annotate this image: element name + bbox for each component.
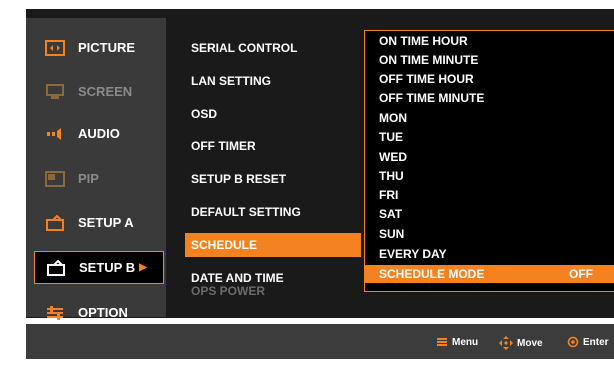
schedule-item-label: ON TIME MINUTE [379, 53, 479, 67]
main-menu-item-label: PIP [78, 171, 99, 186]
schedule-item-label: THU [379, 169, 404, 183]
schedule-item-fri[interactable]: FRI [365, 186, 614, 204]
setup-b-icon [45, 259, 67, 276]
schedule-item-mon[interactable]: MON [365, 109, 614, 127]
schedule-item-label: SCHEDULE MODE [379, 267, 485, 281]
setup-b-item-schedule[interactable]: SCHEDULE [185, 233, 361, 257]
option-icon [44, 305, 66, 321]
move-icon [499, 336, 513, 350]
schedule-item-wed[interactable]: WED [365, 148, 614, 166]
main-menu-item-pip[interactable]: PIP [34, 162, 164, 195]
hint-enter: Enter [567, 336, 609, 348]
main-menu-item-label: SETUP B [79, 260, 136, 275]
schedule-item-label: OFF TIME HOUR [379, 72, 474, 86]
schedule-submenu: ON TIME HOUR ON TIME MINUTE OFF TIME HOU… [364, 30, 614, 292]
schedule-item-sat[interactable]: SAT [365, 205, 614, 223]
schedule-item-on-time-minute[interactable]: ON TIME MINUTE [365, 51, 614, 69]
schedule-item-label: WED [379, 150, 407, 164]
schedule-item-off-time-hour[interactable]: OFF TIME HOUR [365, 70, 614, 88]
hint-move-label: Move [517, 337, 543, 349]
schedule-item-on-time-hour[interactable]: ON TIME HOUR [365, 32, 614, 50]
schedule-item-tue[interactable]: TUE [365, 128, 614, 146]
setup-b-item-label: SERIAL CONTROL [191, 41, 298, 55]
setup-a-icon [44, 214, 66, 231]
main-menu-item-label: SCREEN [78, 84, 133, 99]
hint-enter-label: Enter [583, 336, 609, 348]
schedule-item-sun[interactable]: SUN [365, 225, 614, 243]
schedule-item-label: SAT [379, 207, 403, 221]
schedule-item-label: ON TIME HOUR [379, 34, 468, 48]
setup-b-item-label: OPS POWER [191, 284, 266, 298]
setup-b-item-label: OSD [191, 107, 218, 121]
main-menu-item-setup-a[interactable]: SETUP A [34, 206, 164, 239]
setup-b-item-lan-setting[interactable]: LAN SETTING [185, 69, 365, 93]
setup-b-item-serial-control[interactable]: SERIAL CONTROL [185, 36, 365, 60]
setup-b-item-setup-b-reset[interactable]: SETUP B RESET [185, 167, 365, 191]
main-menu-item-label: SETUP A [78, 215, 134, 230]
hint-menu-label: Menu [452, 336, 479, 348]
setup-b-item-ops-power: OPS POWER [185, 268, 365, 298]
setup-b-item-label: OFF TIMER [191, 139, 256, 153]
pip-icon [44, 170, 66, 187]
main-menu-item-label: PICTURE [78, 40, 136, 55]
menu-icon [436, 336, 448, 348]
schedule-item-label: TUE [379, 130, 403, 144]
setup-b-item-label: SETUP B RESET [191, 172, 287, 186]
schedule-item-every-day[interactable]: EVERY DAY [365, 245, 614, 263]
screen-icon [44, 83, 66, 100]
schedule-item-label: MON [379, 111, 407, 125]
main-menu-item-setup-b[interactable]: SETUP B ▶ [34, 251, 164, 284]
hint-menu: Menu [436, 336, 478, 348]
schedule-mode-value: OFF [569, 267, 593, 281]
schedule-item-off-time-minute[interactable]: OFF TIME MINUTE [365, 89, 614, 107]
setup-b-item-osd[interactable]: OSD [185, 102, 365, 126]
schedule-item-label: FRI [379, 188, 399, 202]
setup-b-item-off-timer[interactable]: OFF TIMER [185, 134, 365, 158]
schedule-item-label: OFF TIME MINUTE [379, 91, 485, 105]
schedule-item-label: EVERY DAY [379, 247, 447, 261]
main-menu-item-audio[interactable]: AUDIO [34, 117, 164, 150]
picture-icon [44, 39, 66, 56]
main-menu-item-label: AUDIO [78, 126, 120, 141]
schedule-item-thu[interactable]: THU [365, 167, 614, 185]
audio-icon [44, 126, 66, 142]
setup-b-item-default-setting[interactable]: DEFAULT SETTING [185, 200, 365, 224]
main-menu-item-picture[interactable]: PICTURE [34, 31, 164, 64]
schedule-item-label: SUN [379, 227, 405, 241]
hint-move: Move [499, 336, 543, 350]
setup-b-item-label: LAN SETTING [191, 74, 271, 88]
enter-icon [567, 336, 579, 348]
schedule-item-schedule-mode[interactable]: SCHEDULE MODE OFF [365, 265, 614, 283]
main-menu-item-label: OPTION [78, 305, 128, 320]
chevron-right-icon: ▶ [139, 262, 147, 273]
main-menu-item-screen[interactable]: SCREEN [34, 75, 164, 108]
setup-b-item-label: DEFAULT SETTING [191, 205, 301, 219]
setup-b-item-label: SCHEDULE [191, 238, 258, 252]
